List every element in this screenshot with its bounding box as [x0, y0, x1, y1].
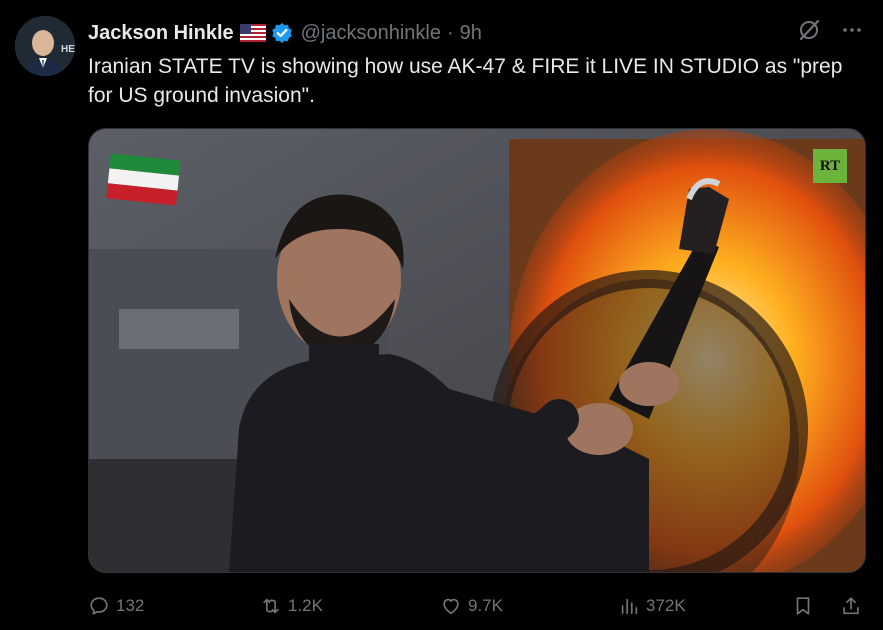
- avatar[interactable]: HE: [15, 16, 75, 76]
- views-bar-chart-icon: [621, 598, 638, 615]
- tweet-header: Jackson Hinkle @jacksonhinkle · 9h: [88, 18, 863, 48]
- tweet-video[interactable]: RT: [88, 128, 866, 573]
- repost-button[interactable]: 1.2K: [260, 595, 323, 617]
- author-name[interactable]: Jackson Hinkle: [88, 22, 234, 45]
- repost-count: 1.2K: [288, 596, 323, 615]
- reply-button[interactable]: 132: [88, 595, 144, 617]
- share-icon: [843, 597, 859, 615]
- tweet-actions: 132 1.2K 9.7K 372K: [88, 592, 864, 620]
- separator-dot: ·: [447, 21, 454, 44]
- verified-badge-icon[interactable]: [271, 22, 293, 44]
- views-count: 372K: [646, 596, 686, 615]
- bookmark-icon: [796, 597, 810, 615]
- views-button[interactable]: 372K: [618, 595, 686, 617]
- rt-watermark-logo: RT: [813, 149, 847, 183]
- more-options-icon[interactable]: [841, 19, 863, 47]
- heart-icon: [443, 598, 459, 615]
- like-button[interactable]: 9.7K: [440, 595, 503, 617]
- author-handle[interactable]: @jacksonhinkle: [301, 22, 441, 45]
- like-count: 9.7K: [468, 596, 503, 615]
- reply-icon: [90, 597, 108, 615]
- us-flag-icon: [239, 24, 266, 42]
- tweet-time[interactable]: 9h: [460, 22, 482, 45]
- repost-icon: [263, 598, 279, 614]
- reply-count: 132: [116, 596, 145, 615]
- svg-text:HE: HE: [61, 44, 75, 55]
- bookmark-button[interactable]: [792, 595, 814, 617]
- share-button[interactable]: [840, 595, 862, 617]
- grok-icon[interactable]: [797, 17, 823, 49]
- tweet-text: Iranian STATE TV is showing how use AK-4…: [88, 55, 843, 107]
